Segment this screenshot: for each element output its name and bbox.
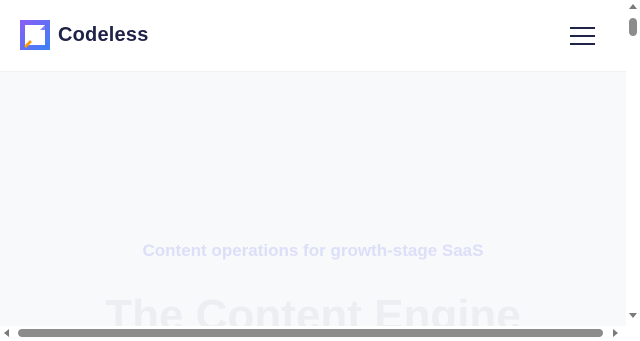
vertical-scroll-thumb[interactable] (629, 18, 637, 36)
navbar: Codeless (0, 0, 626, 72)
hero-section: Content operations for growth-stage SaaS… (0, 71, 626, 326)
scrollbar-corner (626, 326, 640, 341)
codeless-logo-icon (20, 20, 50, 50)
logo[interactable]: Codeless (20, 20, 149, 50)
arrow-left-icon[interactable] (4, 329, 9, 337)
hamburger-menu-button[interactable] (569, 25, 597, 47)
horizontal-scrollbar[interactable] (0, 326, 626, 341)
hero-headline: The Content Engine (105, 291, 521, 326)
page-viewport: Codeless Content operations for growth-s… (0, 0, 626, 326)
hamburger-menu-icon (570, 27, 595, 29)
horizontal-scroll-thumb[interactable] (18, 329, 603, 337)
brand-name: Codeless (58, 23, 149, 46)
arrow-up-icon[interactable] (629, 4, 637, 9)
arrow-right-icon[interactable] (613, 329, 618, 337)
hero-tagline: Content operations for growth-stage SaaS (142, 241, 484, 260)
arrow-down-icon[interactable] (629, 313, 637, 318)
vertical-scrollbar[interactable] (626, 0, 640, 326)
